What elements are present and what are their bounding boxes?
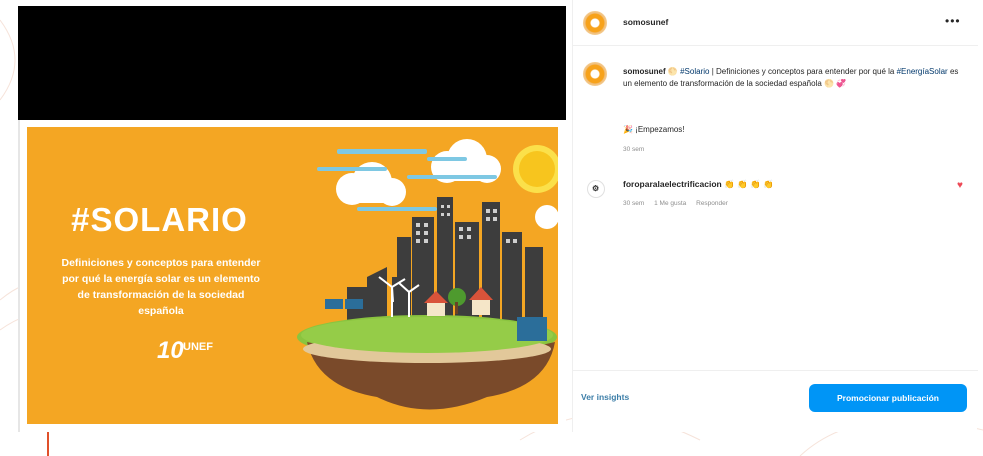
clap-icons: 👏 👏 👏 👏 [724, 179, 774, 189]
comment-meta: 30 sem 1 Me gusta Responder [623, 200, 736, 207]
avatar[interactable] [583, 11, 607, 35]
image-title: #SOLARIO [71, 201, 248, 238]
caption-empezamos: 🎉 ¡Empezamos! [623, 125, 685, 134]
image-subtitle: Definiciones y conceptos para entender p… [61, 257, 261, 317]
comment-username[interactable]: foroparalaelectrificacion [623, 179, 722, 189]
unef-logo: 10 UNEF [157, 337, 213, 364]
comment-text: foroparalaelectrificacion 👏 👏 👏 👏 [623, 179, 774, 190]
heart-icon[interactable]: ♥ [957, 180, 963, 191]
caption-username[interactable]: somosunef [623, 67, 666, 76]
post-caption: somosunef 🌕 #Solario | Definiciones y co… [623, 67, 959, 88]
hashtag-energiasolar[interactable]: #EnergíaSolar [897, 67, 948, 76]
moon-icon: 🌕 [667, 67, 678, 76]
comment-time: 30 sem [623, 200, 645, 207]
media-black-area [18, 6, 566, 120]
hashtag-solario[interactable]: #Solario [680, 67, 709, 76]
post-time: 30 sem [623, 146, 645, 153]
solario-image: #SOLARIO Definiciones y conceptos para e… [27, 127, 558, 424]
caption-end-icons: 🌕 💞 [824, 79, 847, 88]
post-media[interactable]: #SOLARIO Definiciones y conceptos para e… [18, 6, 566, 432]
post-panel: somosunef ••• somosunef 🌕 #Solario | Def… [572, 0, 978, 432]
post-username[interactable]: somosunef [623, 17, 668, 27]
comment-avatar[interactable]: ⚙ [587, 180, 605, 198]
post-header: somosunef ••• [573, 0, 978, 46]
view-insights-link[interactable]: Ver insights [581, 392, 629, 402]
caption-avatar[interactable] [583, 62, 607, 86]
solar-city-illustration [297, 139, 558, 410]
reply-link[interactable]: Responder [696, 200, 728, 207]
comment-likes[interactable]: 1 Me gusta [654, 200, 686, 207]
promote-post-button[interactable]: Promocionar publicación [809, 384, 967, 412]
more-options-icon[interactable]: ••• [945, 14, 961, 28]
